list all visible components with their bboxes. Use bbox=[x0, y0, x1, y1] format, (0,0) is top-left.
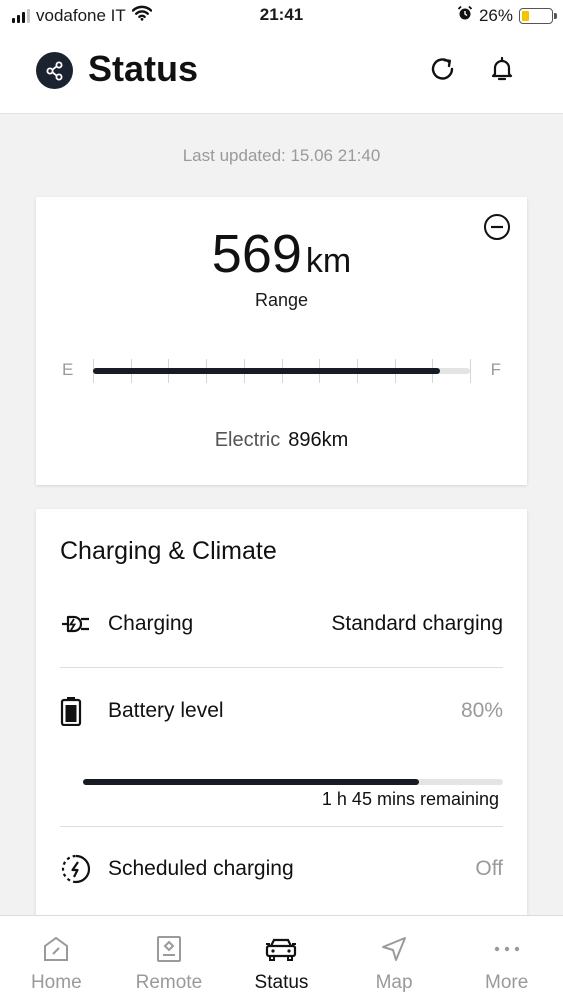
gauge-empty-label: E bbox=[62, 360, 74, 379]
divider bbox=[60, 826, 503, 827]
app-header: Status bbox=[0, 32, 563, 114]
bell-icon bbox=[487, 54, 517, 89]
tab-status-label: Status bbox=[254, 972, 309, 993]
more-dots-icon bbox=[492, 934, 522, 964]
tab-remote-label: Remote bbox=[135, 972, 203, 993]
charging-climate-card: Charging & Climate Charging Standard cha… bbox=[36, 509, 527, 929]
charging-label: Charging bbox=[108, 612, 194, 635]
tab-more-label: More bbox=[485, 972, 529, 993]
tab-remote[interactable]: Remote bbox=[113, 916, 226, 1000]
tab-home[interactable]: Home bbox=[0, 916, 113, 1000]
charging-value: Standard charging bbox=[331, 612, 503, 635]
range-unit: km bbox=[305, 242, 352, 280]
divider bbox=[60, 667, 503, 668]
share-logo-icon[interactable] bbox=[36, 52, 73, 89]
tab-map-label: Map bbox=[375, 972, 413, 993]
notifications-button[interactable] bbox=[485, 54, 519, 88]
battery-level-icon bbox=[60, 696, 96, 726]
range-gauge-fill bbox=[93, 368, 440, 374]
range-gauge bbox=[93, 368, 470, 374]
range-card: 569 km Range E F Electric 896km bbox=[36, 197, 527, 485]
remote-icon bbox=[155, 934, 183, 964]
electric-label: Electric bbox=[214, 429, 281, 451]
page-title: Status bbox=[88, 48, 199, 89]
range-readout: 569 km bbox=[36, 223, 527, 285]
refresh-icon bbox=[428, 54, 458, 89]
scheduled-charging-label: Scheduled charging bbox=[108, 857, 294, 880]
alarm-icon bbox=[457, 5, 473, 26]
refresh-button[interactable] bbox=[426, 54, 460, 88]
battery-level-value: 80% bbox=[460, 699, 503, 722]
charging-plug-icon bbox=[60, 609, 96, 639]
tab-home-label: Home bbox=[30, 972, 82, 993]
gauge-tick bbox=[470, 359, 471, 383]
charging-row[interactable]: Charging Standard charging bbox=[60, 604, 503, 644]
scheduled-charging-icon bbox=[60, 854, 96, 884]
home-icon bbox=[42, 934, 70, 964]
last-updated-text: Last updated: 15.06 21:40 bbox=[182, 146, 381, 165]
range-label: Range bbox=[254, 290, 309, 310]
range-value: 569 bbox=[211, 224, 302, 284]
battery-percent: 26% bbox=[478, 5, 513, 25]
status-bar-right: 26% bbox=[457, 5, 557, 26]
car-icon bbox=[264, 934, 298, 964]
card-title: Charging & Climate bbox=[60, 537, 277, 565]
battery-level-row[interactable]: Battery level 80% bbox=[60, 691, 503, 731]
tab-more[interactable]: More bbox=[450, 916, 563, 1000]
bottom-tab-bar: Home Remote Status Map More bbox=[0, 915, 563, 1000]
electric-value: 896km bbox=[288, 429, 349, 451]
battery-progress-fill bbox=[83, 779, 419, 785]
scheduled-charging-value: Off bbox=[475, 857, 503, 880]
gauge-full-label: F bbox=[490, 360, 501, 379]
charging-time-remaining: 1 h 45 mins remaining bbox=[321, 789, 499, 809]
scheduled-charging-row[interactable]: Scheduled charging Off bbox=[60, 849, 503, 889]
tab-map[interactable]: Map bbox=[338, 916, 451, 1000]
tab-status[interactable]: Status bbox=[225, 916, 338, 1000]
electric-range: Electric 896km bbox=[36, 429, 527, 452]
battery-icon bbox=[519, 7, 557, 24]
battery-progress-bar bbox=[83, 779, 503, 785]
status-bar: vodafone IT 21:41 26% bbox=[0, 0, 563, 32]
battery-level-label: Battery level bbox=[108, 699, 224, 722]
navigation-arrow-icon bbox=[380, 934, 408, 964]
